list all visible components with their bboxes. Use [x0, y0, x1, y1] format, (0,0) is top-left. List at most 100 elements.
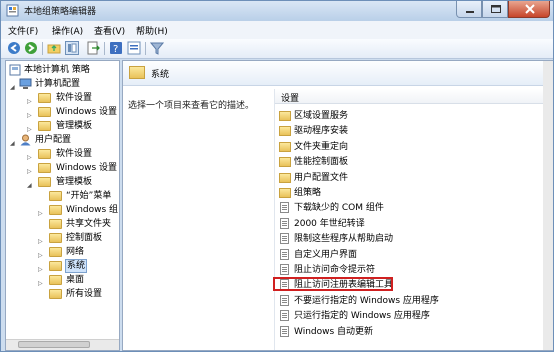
collapse-arrow-icon[interactable]: ◢ [27, 179, 32, 193]
export-icon[interactable] [86, 41, 100, 55]
maximize-button[interactable] [482, 1, 508, 18]
expand-arrow-icon[interactable]: ▷ [27, 151, 32, 165]
setting-icon [280, 325, 289, 337]
folder-icon [49, 219, 62, 229]
setting-icon [280, 294, 289, 306]
list-item[interactable]: 性能控制面板 [275, 155, 553, 169]
highlight-box [273, 277, 393, 292]
vertical-scrollbar[interactable] [543, 61, 553, 350]
setting-icon [280, 202, 289, 214]
details-title: 系统 [151, 70, 170, 80]
list-item-label: 阻止访问命令提示符 [294, 265, 376, 275]
list-item[interactable]: Windows 自动更新 [275, 325, 553, 339]
list-item[interactable]: 不要运行指定的 Windows 应用程序 [275, 294, 553, 308]
list-item[interactable]: 限制这些程序从帮助启动 [275, 232, 553, 246]
details-pane: 系统 选择一个项目来查看它的描述。 设置 区域设置服务 驱动程序安装 文件夹重定向性… [122, 60, 553, 351]
list-item[interactable]: 下载缺少的 COM 组件 [275, 201, 553, 215]
list-item[interactable]: 阻止访问注册表编辑工具 [273, 277, 553, 292]
folder-icon [49, 233, 62, 243]
setting-icon [280, 310, 289, 322]
tree-pane: 本地计算机 策略 ◢ 计算机配置 ▷ 软件设置 ▷ Windows 设置 ▷ 管… [5, 60, 120, 351]
expand-arrow-icon[interactable]: ▷ [27, 109, 32, 123]
folder-icon [38, 121, 51, 131]
tree-horizontal-scrollbar[interactable] [6, 339, 119, 350]
folder-icon [279, 157, 291, 168]
scroll-thumb[interactable] [18, 341, 90, 348]
up-folder-icon[interactable] [47, 41, 61, 55]
menu-action[interactable]: 操作(A) [52, 24, 83, 37]
properties-icon[interactable] [127, 41, 141, 55]
list-item-label: 2000 年世纪转译 [294, 218, 365, 229]
toolbar: ? [1, 39, 553, 59]
menu-view[interactable]: 查看(V) [94, 24, 125, 37]
folder-icon [279, 141, 291, 152]
close-icon [525, 4, 535, 14]
title-bar: 本地组策略编辑器 [1, 1, 553, 21]
list-item-label: 文件夹重定向 [294, 141, 349, 152]
expand-arrow-icon[interactable]: ▷ [27, 95, 32, 109]
list-item[interactable]: 组策略 [275, 186, 553, 200]
folder-icon [49, 289, 62, 299]
filter-icon[interactable] [150, 41, 164, 55]
folder-icon [38, 107, 51, 117]
list-item-label: 用户配置文件 [294, 172, 349, 183]
folder-icon [49, 247, 62, 257]
list-item[interactable]: 只运行指定的 Windows 应用程序 [275, 309, 553, 323]
folder-icon [38, 163, 51, 173]
description-text: 选择一个项目来查看它的描述。 [128, 101, 255, 111]
group-policy-editor-window: 本地组策略编辑器 文件(F) 操作(A) 查看(V) 帮助(H) ? 本地计算机… [0, 0, 554, 352]
expand-arrow-icon[interactable]: ▷ [38, 249, 43, 263]
list-item-label: 限制这些程序从帮助启动 [294, 234, 394, 245]
folder-icon [38, 93, 51, 103]
column-header-setting[interactable]: 设置 [275, 89, 553, 104]
list-item-label: 性能控制面板 [294, 157, 349, 168]
show-tree-icon[interactable] [65, 41, 79, 55]
folder-icon [279, 111, 291, 121]
expand-arrow-icon[interactable]: ▷ [27, 165, 32, 179]
list-item[interactable]: 阻止访问命令提示符 [275, 263, 553, 277]
settings-list: 设置 区域设置服务 驱动程序安装 文件夹重定向 性能控制面板 用户配置文件 组策略下载缺少… [273, 89, 553, 350]
menu-help[interactable]: 帮助(H) [136, 24, 168, 37]
maximize-icon [491, 5, 501, 13]
folder-icon [279, 172, 291, 183]
menu-bar: 文件(F) 操作(A) 查看(V) 帮助(H) [1, 21, 553, 40]
collapse-arrow-icon[interactable]: ◢ [10, 137, 15, 151]
setting-icon [280, 233, 289, 245]
details-header: 系统 [123, 61, 553, 86]
forward-arrow-icon[interactable] [24, 41, 38, 55]
list-item[interactable]: 驱动程序安装 [275, 124, 553, 138]
back-arrow-icon[interactable] [7, 41, 21, 55]
list-item-label: 只运行指定的 Windows 应用程序 [294, 311, 430, 322]
close-button[interactable] [508, 1, 550, 18]
list-item[interactable]: 区域设置服务 [275, 109, 553, 123]
list-item-label: 驱动程序安装 [294, 126, 349, 137]
expand-arrow-icon[interactable]: ▷ [38, 277, 43, 291]
menu-file[interactable]: 文件(F) [8, 24, 38, 37]
computer-config-icon [19, 78, 32, 89]
list-item-label: 组策略 [294, 188, 322, 198]
list-item-label: 下载缺少的 COM 组件 [294, 203, 384, 214]
list-item[interactable]: 自定义用户界面 [275, 248, 553, 262]
expand-arrow-icon[interactable]: ▷ [38, 207, 43, 221]
minimize-button[interactable] [456, 1, 482, 18]
list-item-label: Windows 自动更新 [294, 326, 374, 337]
list-item[interactable]: 2000 年世纪转译 [275, 217, 553, 231]
help-icon[interactable]: ? [109, 41, 123, 55]
user-config-icon [20, 134, 31, 146]
folder-icon [38, 177, 51, 187]
svg-text:?: ? [113, 44, 118, 55]
list-item[interactable]: 用户配置文件 [275, 171, 553, 185]
folder-icon [49, 191, 62, 201]
list-item-label: 不要运行指定的 Windows 应用程序 [294, 295, 439, 306]
folder-icon [49, 261, 62, 271]
expand-arrow-icon[interactable]: ▷ [38, 235, 43, 249]
minimize-icon [466, 11, 474, 13]
setting-icon [280, 248, 289, 260]
list-item-label: 区域设置服务 [294, 111, 349, 121]
expand-arrow-icon[interactable]: ▷ [38, 263, 43, 277]
setting-icon [280, 217, 289, 229]
list-item[interactable]: 文件夹重定向 [275, 140, 553, 154]
collapse-arrow-icon[interactable]: ◢ [10, 81, 15, 95]
list-item-label: 自定义用户界面 [294, 249, 358, 260]
folder-icon [49, 205, 62, 215]
